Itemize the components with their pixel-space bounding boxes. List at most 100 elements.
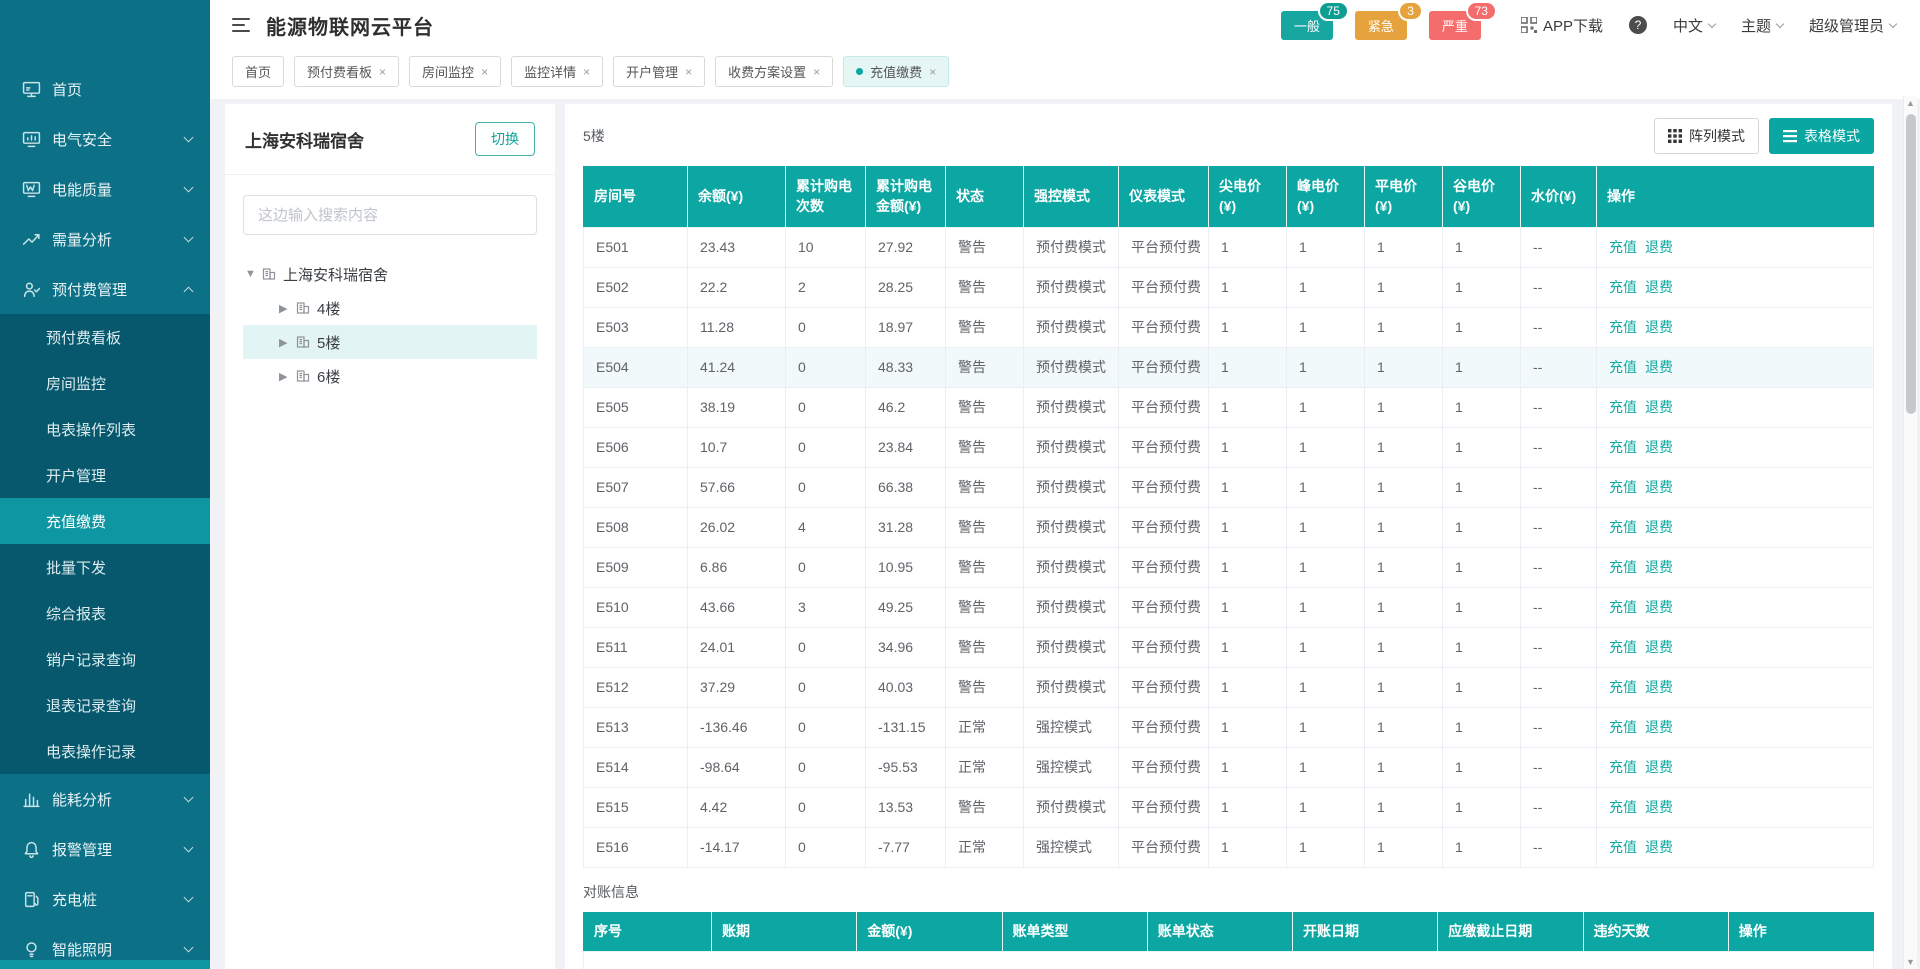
- close-tab-icon[interactable]: ×: [481, 65, 488, 79]
- sidebar-item-5[interactable]: 能耗分析: [0, 774, 210, 824]
- sidebar-subitem-房间监控[interactable]: 房间监控: [0, 360, 210, 406]
- refund-link[interactable]: 退费: [1645, 439, 1673, 455]
- refund-link[interactable]: 退费: [1645, 559, 1673, 575]
- chevron-down-icon: [184, 793, 194, 803]
- refund-link[interactable]: 退费: [1645, 759, 1673, 775]
- sidebar-item-3[interactable]: 需量分析: [0, 214, 210, 264]
- refund-link[interactable]: 退费: [1645, 519, 1673, 535]
- floor-label: 5楼: [583, 126, 605, 146]
- sidebar-item-1[interactable]: 电气安全: [0, 114, 210, 164]
- tab-首页[interactable]: 首页: [232, 56, 284, 87]
- tab-预付费看板[interactable]: 预付费看板×: [294, 56, 399, 87]
- refund-link[interactable]: 退费: [1645, 239, 1673, 255]
- tree-node-root[interactable]: ▼ 上海安科瑞宿舍: [243, 257, 537, 291]
- list-icon: [1783, 129, 1797, 143]
- tree-node-5楼[interactable]: ▶ 5楼: [243, 325, 537, 359]
- sidebar-item-6[interactable]: 报警管理: [0, 824, 210, 874]
- sidebar-item-0[interactable]: 首页: [0, 64, 210, 114]
- sidebar-subitem-退表记录查询[interactable]: 退表记录查询: [0, 682, 210, 728]
- recharge-link[interactable]: 充值: [1609, 719, 1637, 735]
- refund-link[interactable]: 退费: [1645, 639, 1673, 655]
- alarm-badge-紧急[interactable]: 紧急3: [1355, 11, 1407, 40]
- matrix-mode-button[interactable]: 阵列模式: [1654, 118, 1759, 154]
- tree-node-4楼[interactable]: ▶ 4楼: [243, 291, 537, 325]
- breadcrumb-tabs: 首页预付费看板× 房间监控× 监控详情× 开户管理× 收费方案设置× 充值缴费×: [210, 50, 1920, 99]
- refund-link[interactable]: 退费: [1645, 679, 1673, 695]
- recharge-link[interactable]: 充值: [1609, 319, 1637, 335]
- recharge-link[interactable]: 充值: [1609, 519, 1637, 535]
- alarm-icon: [22, 840, 41, 859]
- switch-button[interactable]: 切换: [475, 122, 535, 156]
- scroll-up-arrow[interactable]: ▲: [1904, 96, 1917, 110]
- alarm-badge-严重[interactable]: 严重73: [1429, 11, 1481, 40]
- recharge-link[interactable]: 充值: [1609, 599, 1637, 615]
- sidebar-subitem-充值缴费[interactable]: 充值缴费: [0, 498, 210, 544]
- sidebar-subitem-电表操作列表[interactable]: 电表操作列表: [0, 406, 210, 452]
- table-mode-button[interactable]: 表格模式: [1769, 118, 1874, 154]
- column-header: 峰电价(¥): [1287, 166, 1365, 227]
- tab-充值缴费[interactable]: 充值缴费×: [843, 56, 949, 87]
- recharge-link[interactable]: 充值: [1609, 359, 1637, 375]
- close-tab-icon[interactable]: ×: [813, 65, 820, 79]
- refund-link[interactable]: 退费: [1645, 599, 1673, 615]
- column-header: 尖电价(¥): [1209, 166, 1287, 227]
- sidebar-item-4[interactable]: 预付费管理: [0, 264, 210, 314]
- tree-search-input[interactable]: [243, 195, 537, 235]
- recharge-link[interactable]: 充值: [1609, 279, 1637, 295]
- tab-监控详情[interactable]: 监控详情×: [511, 56, 603, 87]
- sidebar-subitem-批量下发[interactable]: 批量下发: [0, 544, 210, 590]
- refund-link[interactable]: 退费: [1645, 279, 1673, 295]
- tree-node-6楼[interactable]: ▶ 6楼: [243, 359, 537, 393]
- refund-link[interactable]: 退费: [1645, 719, 1673, 735]
- recharge-link[interactable]: 充值: [1609, 639, 1637, 655]
- user-menu[interactable]: 超级管理员: [1809, 15, 1896, 36]
- refund-link[interactable]: 退费: [1645, 359, 1673, 375]
- sidebar-item-7[interactable]: 充电桩: [0, 874, 210, 924]
- recharge-link[interactable]: 充值: [1609, 759, 1637, 775]
- sidebar-subitem-电表操作记录[interactable]: 电表操作记录: [0, 728, 210, 774]
- table-row-E513: E513-136.460-131.15正常强控模式平台预付费1111--充值退费: [584, 707, 1874, 747]
- collapse-menu-icon[interactable]: [232, 18, 250, 32]
- refund-link[interactable]: 退费: [1645, 319, 1673, 335]
- recharge-link[interactable]: 充值: [1609, 799, 1637, 815]
- refund-link[interactable]: 退费: [1645, 479, 1673, 495]
- close-tab-icon[interactable]: ×: [583, 65, 590, 79]
- qr-code-icon: [1521, 17, 1537, 33]
- recharge-link[interactable]: 充值: [1609, 239, 1637, 255]
- recharge-link[interactable]: 充值: [1609, 479, 1637, 495]
- help-icon[interactable]: ?: [1629, 16, 1647, 34]
- sidebar-subitem-预付费看板[interactable]: 预付费看板: [0, 314, 210, 360]
- tab-房间监控[interactable]: 房间监控×: [409, 56, 501, 87]
- reconciliation-table-header: 序号账期金额(¥)账单类型账单状态开账日期应缴截止日期违约天数操作: [584, 912, 1874, 952]
- rooms-panel: 5楼 阵列模式: [565, 104, 1892, 969]
- theme-selector[interactable]: 主题: [1741, 15, 1783, 36]
- alarm-badge-一般[interactable]: 一般75: [1281, 11, 1333, 40]
- scrollbar-thumb[interactable]: [1906, 114, 1916, 414]
- sidebar-item-2[interactable]: 电能质量: [0, 164, 210, 214]
- tab-开户管理[interactable]: 开户管理×: [613, 56, 705, 87]
- scroll-down-arrow[interactable]: ▼: [1904, 955, 1917, 969]
- language-selector[interactable]: 中文: [1673, 15, 1715, 36]
- sidebar-subitem-综合报表[interactable]: 综合报表: [0, 590, 210, 636]
- close-tab-icon[interactable]: ×: [929, 65, 936, 79]
- close-tab-icon[interactable]: ×: [685, 65, 692, 79]
- sidebar-subitem-销户记录查询[interactable]: 销户记录查询: [0, 636, 210, 682]
- electrical-safety-icon: [22, 130, 41, 149]
- refund-link[interactable]: 退费: [1645, 399, 1673, 415]
- tab-收费方案设置[interactable]: 收费方案设置×: [715, 56, 833, 87]
- rooms-table: 房间号余额(¥)累计购电次数累计购电金额(¥)状态强控模式仪表模式尖电价(¥)峰…: [583, 166, 1874, 868]
- table-row-E508: E50826.02431.28警告预付费模式平台预付费1111--充值退费: [584, 507, 1874, 547]
- recharge-link[interactable]: 充值: [1609, 439, 1637, 455]
- app-root: 首页电气安全电能质量需量分析预付费管理预付费看板房间监控电表操作列表开户管理充值…: [0, 0, 1920, 969]
- refund-link[interactable]: 退费: [1645, 799, 1673, 815]
- recharge-link[interactable]: 充值: [1609, 839, 1637, 855]
- sidebar-subitem-开户管理[interactable]: 开户管理: [0, 452, 210, 498]
- recharge-link[interactable]: 充值: [1609, 399, 1637, 415]
- page-scrollbar[interactable]: ▲ ▼: [1903, 96, 1917, 969]
- refund-link[interactable]: 退费: [1645, 839, 1673, 855]
- caret-right-icon: ▶: [279, 336, 289, 349]
- app-download-link[interactable]: APP下载: [1521, 15, 1603, 36]
- close-tab-icon[interactable]: ×: [379, 65, 386, 79]
- recharge-link[interactable]: 充值: [1609, 559, 1637, 575]
- recharge-link[interactable]: 充值: [1609, 679, 1637, 695]
